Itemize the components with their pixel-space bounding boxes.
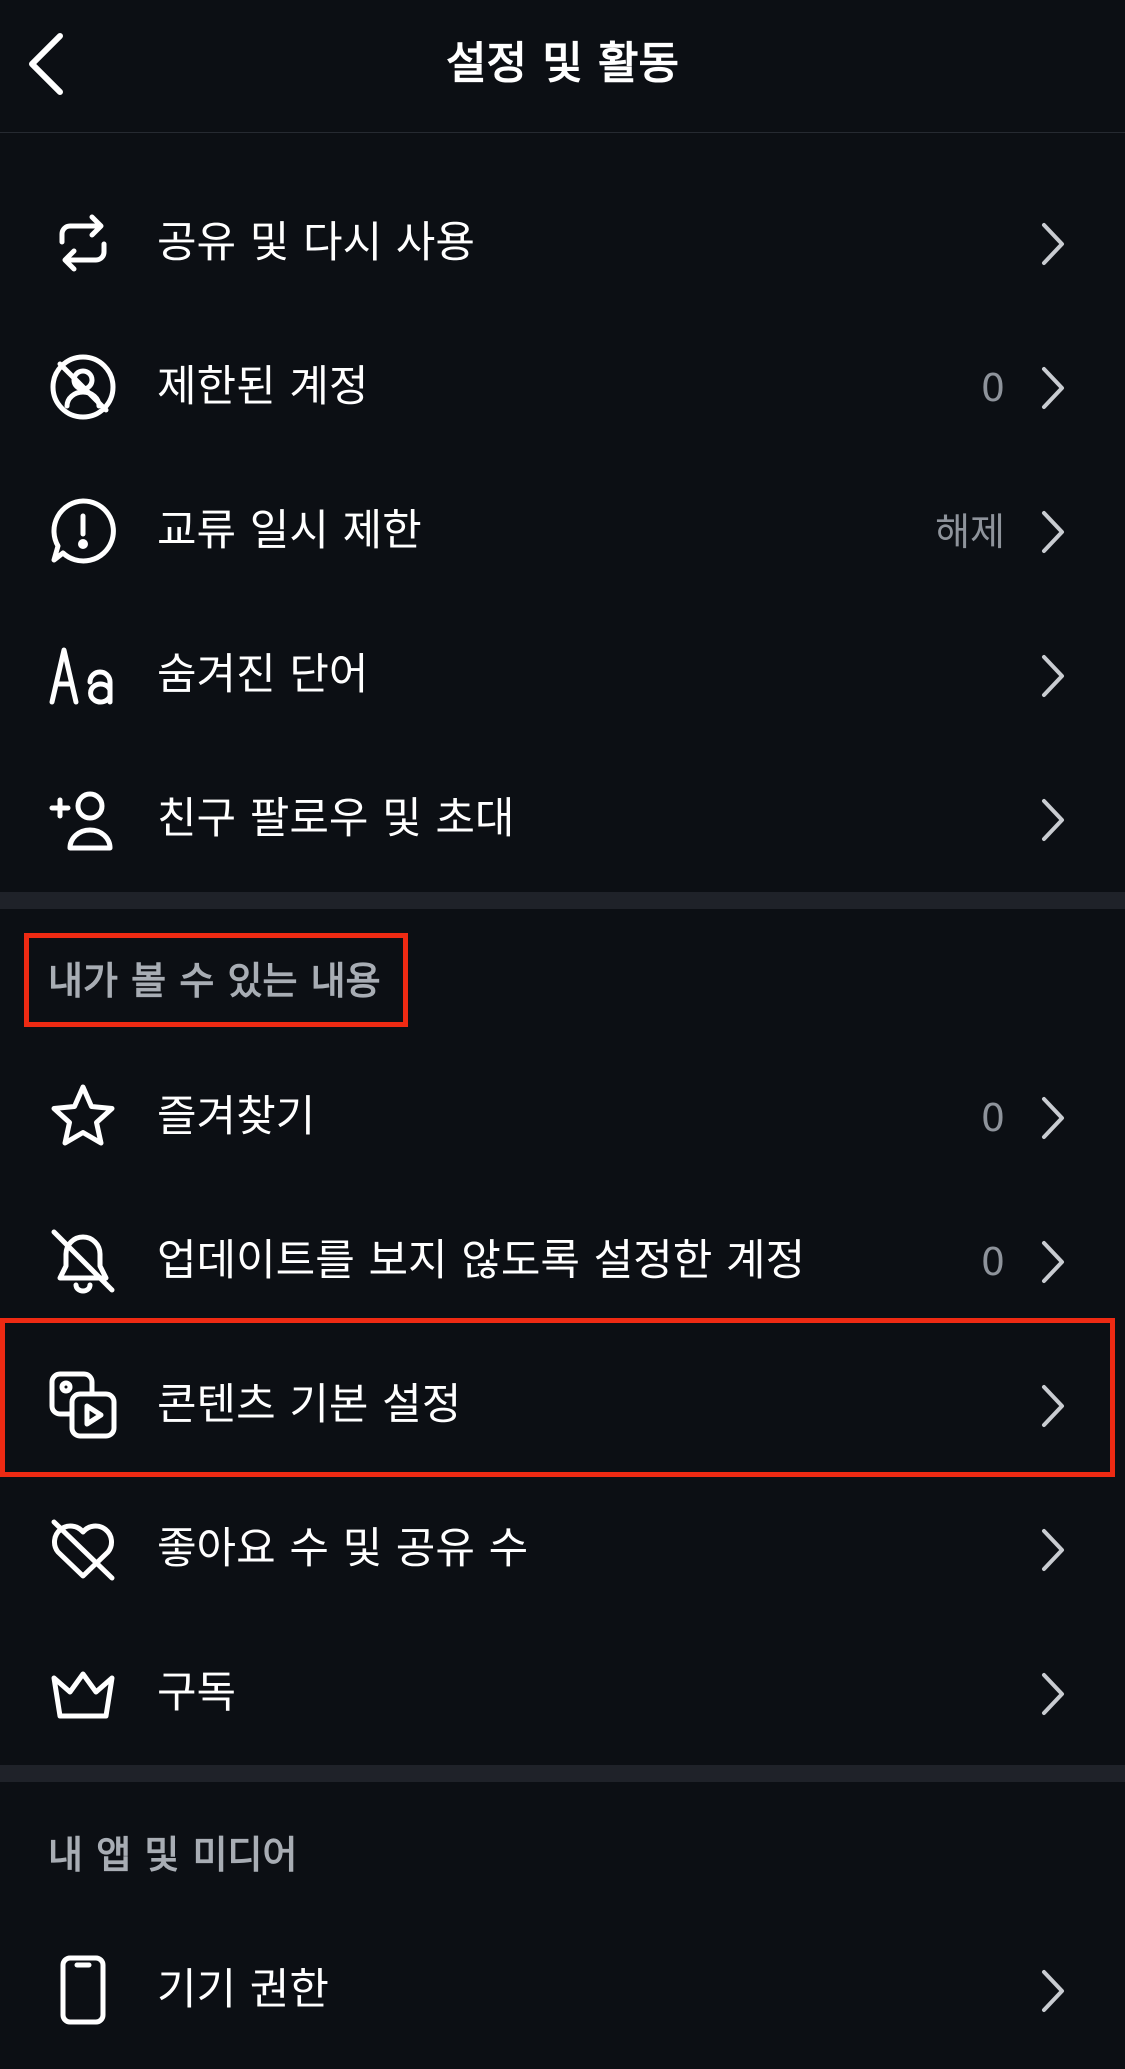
menu-item-follow-invite[interactable]: 친구 팔로우 및 초대 [0,747,1125,890]
limit-interactions-icon [48,496,118,566]
menu-item-favorites[interactable]: 즐겨찾기 0 [0,1045,1125,1188]
phone-icon [48,1955,118,2025]
menu-item-muted-accounts[interactable]: 업데이트를 보지 않도록 설정한 계정 0 [0,1189,1125,1332]
crown-icon [48,1658,118,1728]
chevron-right-icon [1038,1239,1068,1285]
chevron-right-icon [1038,509,1068,555]
menu-item-device-permissions[interactable]: 기기 권한 [0,1918,1125,2061]
chevron-right-icon [1038,1968,1068,2014]
menu-item-value: 0 [980,366,1005,410]
chevron-right-icon [1038,653,1068,699]
repost-icon [48,208,118,278]
chevron-right-icon [1038,797,1068,843]
section-title-apps-media: 내 앱 및 미디어 [48,1833,298,1877]
menu-item-label: 기기 권한 [157,1965,329,2015]
menu-item-value: 0 [980,1240,1005,1284]
top-bar: 설정 및 활동 [0,0,1125,133]
menu-item-label: 구독 [157,1668,237,1718]
menu-item-hidden-words[interactable]: 숨겨진 단어 [0,603,1125,746]
menu-item-label: 좋아요 수 및 공유 수 [157,1524,529,1574]
section-divider [0,892,1125,909]
chevron-right-icon [1038,365,1068,411]
highlight-box [24,933,408,1027]
menu-item-share-reuse[interactable]: 공유 및 다시 사용 [0,171,1125,314]
highlight-box [0,1318,1115,1477]
restricted-account-icon [48,352,118,422]
menu-item-label: 제한된 계정 [157,362,369,412]
menu-item-like-share-counts[interactable]: 좋아요 수 및 공유 수 [0,1477,1125,1620]
menu-item-restricted-accounts[interactable]: 제한된 계정 0 [0,315,1125,458]
muted-bell-icon [48,1226,118,1296]
menu-item-limit-interactions[interactable]: 교류 일시 제한 해제 [0,459,1125,602]
menu-item-label: 교류 일시 제한 [157,506,422,556]
menu-item-label: 즐겨찾기 [157,1092,316,1142]
hidden-words-icon [48,640,118,710]
menu-item-label: 숨겨진 단어 [157,650,369,700]
menu-item-label: 공유 및 다시 사용 [157,218,475,268]
hidden-likes-icon [48,1514,118,1584]
menu-item-value: 0 [980,1096,1005,1140]
menu-item-label: 친구 팔로우 및 초대 [157,794,515,844]
chevron-right-icon [1038,221,1068,267]
chevron-right-icon [1038,1095,1068,1141]
chevron-right-icon [1038,1527,1068,1573]
menu-item-label: 업데이트를 보지 않도록 설정한 계정 [157,1236,806,1286]
star-icon [48,1082,118,1152]
page-title: 설정 및 활동 [445,38,680,89]
chevron-right-icon [1038,1671,1068,1717]
menu-item-subscriptions[interactable]: 구독 [0,1621,1125,1764]
add-person-icon [48,784,118,854]
menu-item-value: 해제 [935,510,1005,554]
section-divider [0,1765,1125,1782]
